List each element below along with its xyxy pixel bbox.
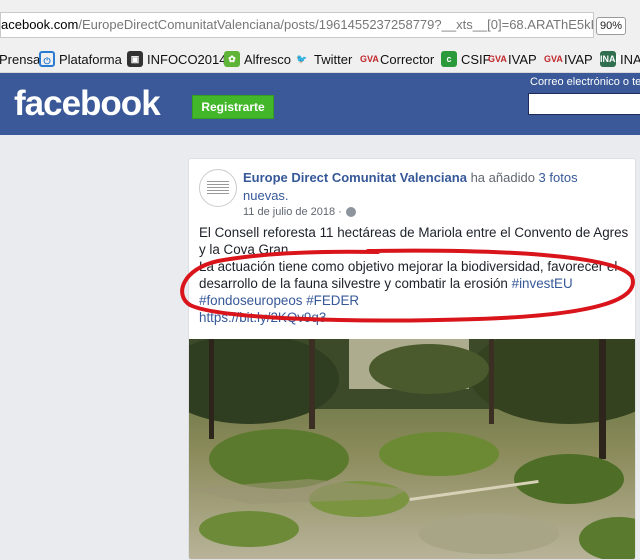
bookmark-label: INA [620,51,640,67]
zoom-level-badge[interactable]: 90% [596,17,626,35]
post-photo[interactable] [189,339,635,559]
bookmark-label: INFOCO2014 [147,51,227,67]
email-label: Correo electrónico o te [530,76,640,88]
power-icon: ⏻ [39,51,55,67]
post-card: Europe Direct Comunitat Valenciana ha añ… [188,158,636,560]
bookmark-infoco2014[interactable]: ▣ INFOCO2014 [127,50,226,68]
bookmark-label: CSIF [461,51,491,67]
email-input[interactable] [528,93,640,115]
bookmark-label: Corrector [380,51,435,67]
photos-link[interactable]: 3 fotos [539,170,578,185]
url-host: acebook.com [1,17,79,32]
inap-icon: INAP [600,51,622,67]
bookmark-ivap-2[interactable]: GVA IVAP [544,50,593,68]
register-button[interactable]: Registrarte [192,95,274,119]
page-avatar[interactable] [199,169,237,207]
photos-suffix[interactable]: nuevas. [243,188,289,203]
forest-photo-illustration [189,339,635,559]
author-link[interactable]: Europe Direct Comunitat Valenciana [243,170,467,185]
post-paragraph-1: El Consell reforesta 11 hectáreas de Mar… [199,225,629,257]
gva-icon: GVA [544,54,563,64]
bookmark-label: Plataforma [59,51,122,67]
address-bar[interactable]: acebook.com/EuropeDirectComunitatValenci… [0,12,594,38]
hashtag-fondoseuropeos[interactable]: #fondoseuropeos [199,293,303,308]
bookmark-label: IVAP [564,51,593,67]
post-date[interactable]: 11 de julio de 2018 · [243,206,342,218]
twitter-icon: 🐦 [296,54,308,64]
bookmark-label: Prensa [0,51,41,67]
bookmark-alfresco[interactable]: ✿ Alfresco [224,50,291,68]
bookmark-inap[interactable]: INAP INA [600,50,640,68]
post-timestamp[interactable]: 11 de julio de 2018 · [243,206,356,218]
bookmark-corrector[interactable]: GVA Corrector [360,50,434,68]
bookmark-label: IVAP [508,51,537,67]
gva-icon: GVA [360,54,379,64]
post-header: Europe Direct Comunitat Valenciana ha añ… [243,169,633,205]
bookmark-plataforma[interactable]: ⏻ Plataforma [39,50,122,68]
alfresco-icon: ✿ [224,51,240,67]
bookmarks-bar: Prensa ⏻ Plataforma ▣ INFOCO2014 ✿ Alfre… [0,45,640,73]
facebook-logo[interactable]: facebook [14,86,161,121]
facebook-header: facebook Registrarte Correo electrónico … [0,73,640,135]
browser-toolbar: acebook.com/EuropeDirectComunitatValenci… [0,0,640,45]
url-path: /EuropeDirectComunitatValenciana/posts/1… [78,17,594,32]
post-paragraph-2: La actuación tiene como objetivo mejorar… [199,258,633,309]
bookmark-csif[interactable]: c CSIF [441,50,491,68]
post-verb: ha añadido [470,170,535,185]
bookmark-twitter[interactable]: 🐦 Twitter [294,50,352,68]
infoco-icon: ▣ [127,51,143,67]
post-text: El Consell reforesta 11 hectáreas de Mar… [199,224,633,326]
gva-icon: GVA [488,54,507,64]
bookmark-prensa[interactable]: Prensa [0,50,40,68]
bookmark-label: Alfresco [244,51,291,67]
bookmark-label: Twitter [314,51,353,67]
globe-icon [345,207,356,217]
csif-icon: c [441,51,457,67]
hashtag-feder[interactable]: #FEDER [306,293,359,308]
hashtag-investeu[interactable]: #investEU [512,276,573,291]
short-link[interactable]: https://bit.ly/2KQv9q3 [199,309,633,326]
europe-direct-logo-icon [207,181,229,195]
bookmark-ivap-1[interactable]: GVA IVAP [488,50,537,68]
